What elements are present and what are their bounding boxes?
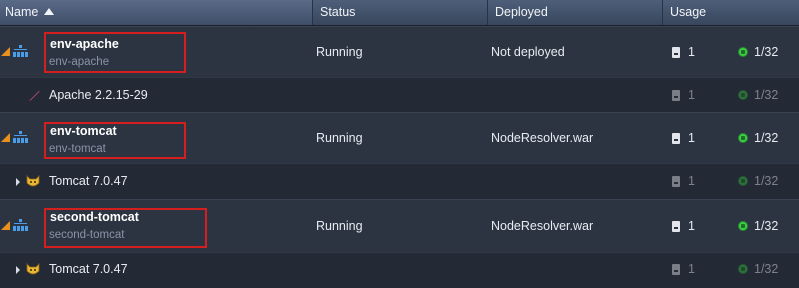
cloudlet-usage: 1/32 [754, 88, 779, 102]
disk-icon [672, 90, 680, 101]
sort-ascending-icon [44, 8, 55, 15]
cloudlet-icon [738, 221, 748, 231]
node-name[interactable]: Tomcat 7.0.47 [49, 262, 128, 276]
environment-name[interactable]: second-tomcat [50, 210, 139, 224]
cloudlet-icon [738, 133, 748, 143]
environment-row[interactable]: env-tomcat env-tomcat Running NodeResolv… [0, 112, 799, 163]
environment-name[interactable]: env-tomcat [50, 124, 117, 138]
environment-row[interactable]: second-tomcat second-tomcat Running Node… [0, 199, 799, 252]
node-row[interactable]: Tomcat 7.0.47 1 1/32 [0, 252, 799, 288]
disk-icon [672, 47, 680, 58]
cloudlet-icon [738, 90, 748, 100]
cloudlet-usage: 1/32 [754, 262, 779, 276]
expand-arrow-icon[interactable] [16, 266, 20, 274]
expand-corner-icon[interactable] [1, 133, 10, 142]
apache-feather-icon [29, 90, 40, 101]
disk-count: 1 [688, 131, 695, 145]
deployed-text: Not deployed [491, 45, 565, 59]
deployed-text: NodeResolver.war [491, 219, 594, 233]
deployed-text: NodeResolver.war [491, 131, 594, 145]
status-text: Running [316, 45, 363, 59]
status-header-label: Status [320, 5, 356, 19]
disk-count: 1 [688, 219, 695, 233]
name-column-header[interactable]: Name [0, 0, 312, 25]
node-row[interactable]: Tomcat 7.0.47 1 1/32 [0, 163, 799, 199]
cloudlet-usage: 1/32 [754, 131, 779, 145]
tomcat-cat-icon [26, 263, 40, 275]
environment-topology-icon [13, 45, 28, 58]
disk-icon [672, 176, 680, 187]
usage-column-header[interactable]: Usage [662, 0, 799, 25]
name-header-label: Name [5, 5, 39, 19]
usage-header-label: Usage [670, 5, 707, 19]
status-text: Running [316, 131, 363, 145]
grid-header: Name Status Deployed Usage [0, 0, 799, 26]
cloudlet-usage: 1/32 [754, 219, 779, 233]
expand-corner-icon[interactable] [1, 47, 10, 56]
status-text: Running [316, 219, 363, 233]
node-row[interactable]: Apache 2.2.15-29 1 1/32 [0, 77, 799, 112]
environment-domain[interactable]: env-apache [49, 56, 109, 68]
expand-arrow-icon[interactable] [16, 178, 20, 186]
node-name[interactable]: Tomcat 7.0.47 [49, 174, 128, 188]
deployed-header-label: Deployed [495, 5, 548, 19]
disk-count: 1 [688, 174, 695, 188]
environment-topology-icon [13, 219, 28, 232]
expand-corner-icon[interactable] [1, 221, 10, 230]
environment-row[interactable]: env-apache env-apache Running Not deploy… [0, 26, 799, 77]
environment-domain[interactable]: second-tomcat [49, 229, 124, 241]
node-name[interactable]: Apache 2.2.15-29 [49, 88, 148, 102]
deployed-column-header[interactable]: Deployed [487, 0, 662, 25]
disk-count: 1 [688, 45, 695, 59]
cloudlet-icon [738, 264, 748, 274]
cloudlet-icon [738, 47, 748, 57]
environment-domain[interactable]: env-tomcat [49, 143, 106, 155]
cloudlet-usage: 1/32 [754, 174, 779, 188]
disk-icon [672, 133, 680, 144]
disk-icon [672, 221, 680, 232]
status-column-header[interactable]: Status [312, 0, 487, 25]
environment-name[interactable]: env-apache [50, 37, 119, 51]
environment-topology-icon [13, 131, 28, 144]
disk-count: 1 [688, 262, 695, 276]
cloudlet-usage: 1/32 [754, 45, 779, 59]
tomcat-cat-icon [26, 175, 40, 187]
disk-icon [672, 264, 680, 275]
disk-count: 1 [688, 88, 695, 102]
cloudlet-icon [738, 176, 748, 186]
